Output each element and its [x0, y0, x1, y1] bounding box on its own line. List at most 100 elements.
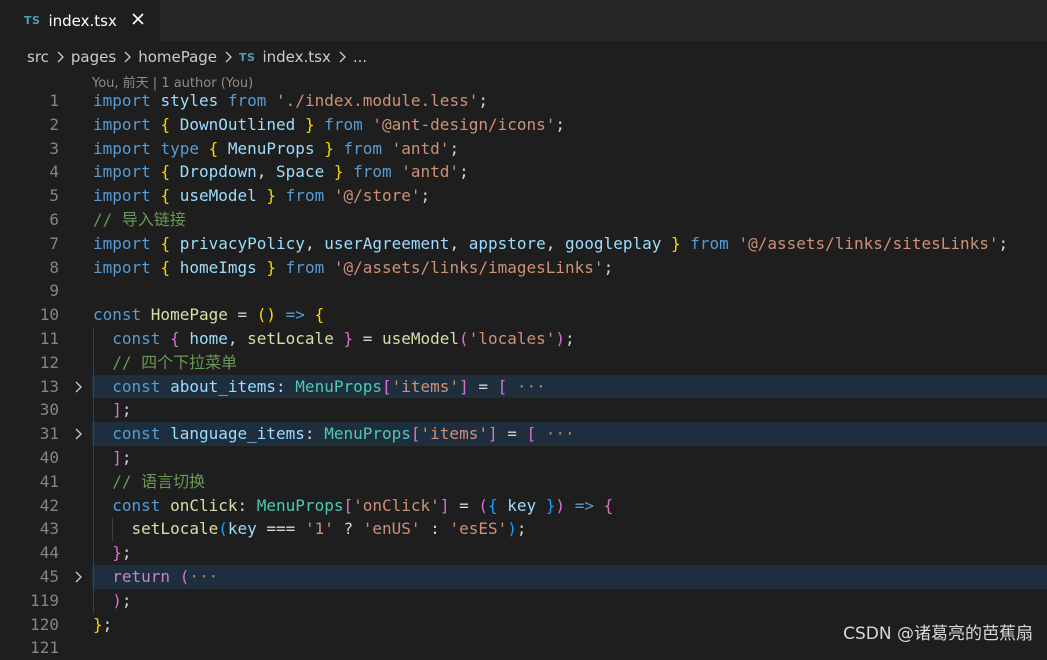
code-token: ] — [112, 447, 122, 467]
line-number: 9 — [49, 281, 59, 301]
code-token: ; — [121, 543, 132, 563]
line-number: 44 — [39, 543, 59, 563]
code-token: setLocale — [247, 328, 344, 348]
code-editor[interactable]: 1 import styles from './index.module.less… — [0, 89, 1047, 657]
close-icon[interactable] — [128, 9, 148, 29]
code-line[interactable]: 2 import { DownOutlined } from '@ant-desi… — [0, 113, 1047, 137]
code-line[interactable]: 119 ); — [0, 588, 1047, 613]
breadcrumb-item-src[interactable]: src — [27, 48, 49, 66]
fold-chevron-icon[interactable] — [72, 380, 86, 394]
line-number: 120 — [30, 614, 59, 634]
code-line[interactable]: 3 import type { MenuProps } from 'antd'; — [0, 137, 1047, 161]
code-line[interactable]: 30 ]; — [0, 398, 1047, 423]
code-line[interactable]: 8 import { homeImgs } from '@/assets/link… — [0, 256, 1047, 280]
code-token: ; — [121, 590, 132, 610]
code-line[interactable]: 11 const { home, setLocale } = useModel(… — [0, 326, 1047, 351]
code-token: => — [574, 495, 604, 515]
line-number: 8 — [49, 257, 59, 277]
code-token: ; — [565, 328, 575, 348]
code-line[interactable]: 31 const language_items: MenuProps['item… — [0, 422, 1047, 446]
code-token: ] — [439, 495, 460, 515]
code-token: appstore — [468, 233, 546, 253]
code-token: { — [160, 114, 180, 134]
code-token: [ — [526, 424, 546, 444]
code-token: MenuProps — [227, 138, 325, 158]
code-token: DownOutlined — [179, 114, 305, 134]
code-token: ; — [516, 519, 527, 539]
line-code: return (··· — [93, 565, 218, 589]
code-token: privacyPolicy — [179, 233, 305, 253]
code-line[interactable]: 6 // 导入链接 — [0, 208, 1047, 232]
line-code: const about_items: MenuProps['items'] = … — [93, 375, 546, 399]
line-code: // 导入链接 — [93, 208, 186, 232]
code-line[interactable]: 41 // 语言切换 — [0, 469, 1047, 494]
code-token: './index.module.less' — [276, 91, 479, 110]
line-code: import { DownOutlined } from '@ant-desig… — [93, 113, 565, 137]
code-token: setLocale — [131, 519, 219, 539]
line-number: 45 — [39, 566, 59, 586]
breadcrumb-item-file[interactable]: index.tsx — [262, 48, 330, 66]
code-token: Space — [276, 162, 334, 182]
code-token: : — [430, 519, 450, 539]
code-line[interactable]: 13 const about_items: MenuProps['items']… — [0, 374, 1047, 399]
line-number: 13 — [39, 376, 59, 396]
code-line[interactable]: 10 const HomePage = () => { — [0, 303, 1047, 327]
line-number: 42 — [39, 495, 59, 515]
code-token: ( — [478, 495, 488, 515]
line-code: const language_items: MenuProps['items']… — [93, 422, 574, 446]
code-line[interactable]: 44 }; — [0, 541, 1047, 565]
code-token: { — [314, 305, 325, 325]
code-token: styles — [160, 91, 228, 110]
breadcrumb-item-homepage[interactable]: homePage — [138, 48, 217, 66]
code-line[interactable]: 40 ]; — [0, 445, 1047, 470]
code-token: const — [112, 495, 171, 515]
code-token: from — [227, 91, 277, 110]
code-token: ) — [507, 519, 517, 539]
code-token: key — [227, 519, 267, 539]
chevron-right-icon — [124, 51, 132, 63]
line-code: // 四个下拉菜单 — [93, 351, 237, 375]
editor-tab-index-tsx[interactable]: TS index.tsx — [0, 0, 160, 41]
code-line[interactable]: 9 — [0, 279, 1047, 303]
code-token: } — [93, 614, 103, 634]
code-token: import — [93, 138, 161, 158]
code-line[interactable]: 1 import styles from './index.module.less… — [0, 89, 1047, 113]
code-line[interactable]: 45 return (··· — [0, 564, 1047, 589]
code-token: googleplay — [565, 233, 671, 253]
code-token: = — [459, 495, 479, 515]
line-code: // 语言切换 — [93, 470, 205, 494]
breadcrumb-item-pages[interactable]: pages — [71, 48, 116, 66]
code-token: [ — [343, 495, 354, 515]
line-code: import type { MenuProps } from 'antd'; — [93, 137, 459, 161]
code-token: const — [112, 424, 171, 444]
fold-chevron-icon[interactable] — [72, 570, 86, 584]
code-token: '@/assets/links/imagesLinks' — [333, 257, 604, 277]
code-token: useModel — [381, 328, 460, 348]
code-token: ] — [112, 400, 122, 420]
code-line[interactable]: 43 setLocale(key === '1' ? 'enUS' : 'esE… — [0, 517, 1047, 542]
typescript-file-icon: TS — [24, 14, 41, 27]
line-number: 3 — [49, 138, 59, 158]
fold-chevron-icon[interactable] — [72, 427, 86, 441]
code-token: = — [507, 424, 527, 444]
code-line[interactable]: 5 import { useModel } from '@/store'; — [0, 184, 1047, 208]
code-token: : — [304, 424, 325, 444]
code-token: 'items' — [420, 424, 488, 444]
code-token: from — [324, 114, 373, 134]
code-token: ; — [603, 257, 614, 277]
code-line[interactable]: 7 import { privacyPolicy, userAgreement, … — [0, 232, 1047, 256]
code-token: language_items — [170, 424, 305, 444]
code-line[interactable]: 12 // 四个下拉菜单 — [0, 350, 1047, 375]
watermark: CSDN @诸葛亮的芭蕉扇 — [843, 624, 1033, 644]
code-token: import — [93, 186, 161, 206]
code-line[interactable]: 42 const onClick: MenuProps['onClick'] =… — [0, 493, 1047, 518]
code-line[interactable]: 4 import { Dropdown, Space } from 'antd'; — [0, 160, 1047, 184]
line-number: 31 — [39, 424, 59, 444]
line-code: const { home, setLocale } = useModel('lo… — [93, 327, 575, 351]
breadcrumb-item-symbols[interactable]: ... — [353, 48, 367, 66]
